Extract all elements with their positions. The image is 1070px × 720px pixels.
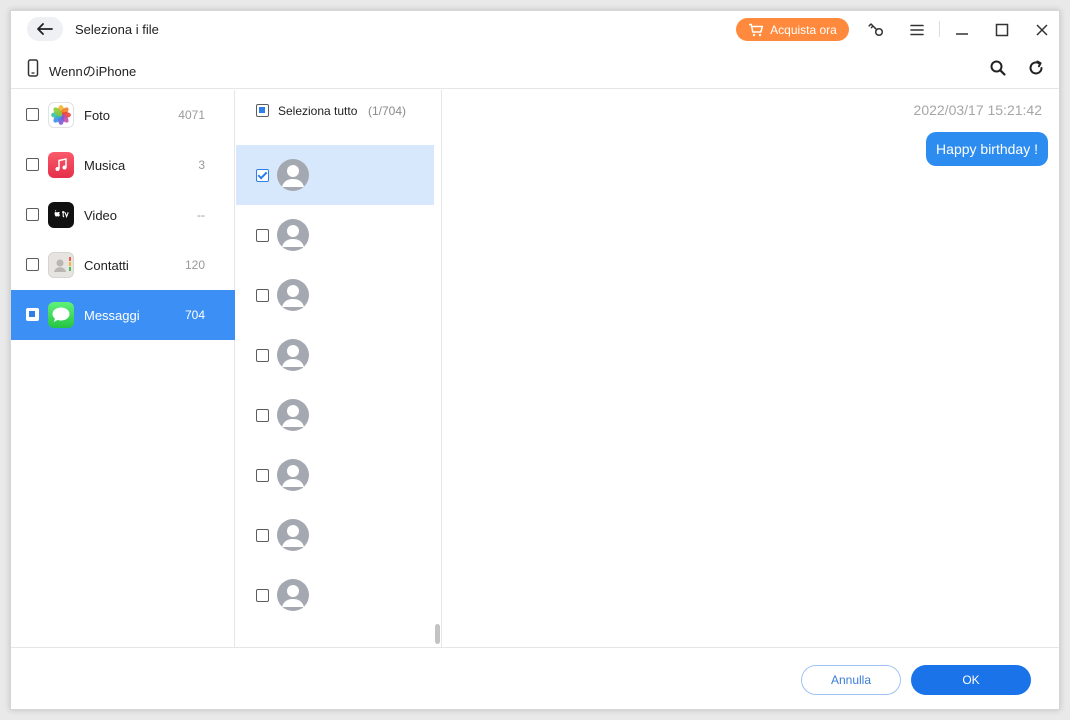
arrow-left-icon (37, 23, 53, 35)
category-photos[interactable]: Foto 4071 (11, 90, 235, 140)
conversation-item[interactable] (236, 205, 434, 265)
footer-bar: Annulla OK (11, 647, 1059, 709)
music-icon (48, 152, 74, 178)
menu-icon[interactable] (907, 20, 927, 40)
avatar-icon (277, 219, 309, 251)
contacts-label: Contatti (84, 258, 129, 273)
list-scrollbar[interactable] (435, 624, 440, 644)
music-count: 3 (198, 158, 205, 172)
ok-button[interactable]: OK (911, 665, 1031, 695)
cart-icon (749, 23, 764, 36)
category-messages[interactable]: Messaggi 704 (11, 290, 235, 340)
conversation-checkbox[interactable] (256, 409, 269, 422)
conversation-item[interactable] (236, 325, 434, 385)
music-checkbox[interactable] (26, 158, 39, 171)
select-all-row[interactable]: Seleziona tutto (1/704) (236, 90, 434, 130)
buy-now-button[interactable]: Acquista ora (736, 18, 849, 41)
category-video[interactable]: Video -- (11, 190, 235, 240)
video-checkbox[interactable] (26, 208, 39, 221)
conversation-item[interactable] (236, 385, 434, 445)
music-label: Musica (84, 158, 126, 173)
conversation-item[interactable] (236, 145, 434, 205)
video-label: Video (84, 208, 118, 223)
avatar-icon (277, 279, 309, 311)
conversation-checkbox[interactable] (256, 469, 269, 482)
selection-count: (1/704) (368, 104, 407, 118)
tv-icon (48, 202, 74, 228)
category-sidebar: Foto 4071 Musica 3 Video -- Contatti 120… (11, 90, 235, 647)
close-icon[interactable] (1032, 20, 1052, 40)
conversation-item[interactable] (236, 565, 434, 625)
conversation-checkbox[interactable] (256, 229, 269, 242)
avatar-icon (277, 339, 309, 371)
file-selection-window: Seleziona i file Acquista ora WennのiPhon… (10, 10, 1060, 710)
avatar-icon (277, 159, 309, 191)
messages-label: Messaggi (84, 308, 140, 323)
video-count: -- (197, 208, 205, 222)
buy-now-label: Acquista ora (770, 22, 837, 37)
photos-label: Foto (84, 108, 111, 123)
contacts-count: 120 (184, 258, 205, 272)
device-bar: WennのiPhone (11, 49, 1059, 89)
conversation-checkbox[interactable] (256, 289, 269, 302)
messages-count: 704 (184, 308, 205, 322)
phone-icon (27, 59, 39, 77)
key-icon[interactable] (866, 20, 886, 40)
avatar-icon (277, 519, 309, 551)
title-bar: Seleziona i file Acquista ora (11, 11, 1059, 49)
minimize-icon[interactable] (952, 20, 972, 40)
conversation-item[interactable] (236, 265, 434, 325)
photos-icon (48, 102, 74, 128)
conversation-item[interactable] (236, 445, 434, 505)
photos-checkbox[interactable] (26, 108, 39, 121)
photos-count: 4071 (178, 108, 205, 122)
message-preview: 2022/03/17 15:21:42 Happy birthday ! (443, 90, 1059, 647)
message-timestamp: 2022/03/17 15:21:42 (913, 102, 1042, 118)
select-all-checkbox[interactable] (256, 104, 269, 117)
category-contacts[interactable]: Contatti 120 (11, 240, 235, 290)
messages-icon (48, 302, 74, 328)
conversation-checkbox[interactable] (256, 529, 269, 542)
conversation-checkbox[interactable] (256, 169, 269, 182)
device-name: WennのiPhone (49, 64, 137, 79)
category-music[interactable]: Musica 3 (11, 140, 235, 190)
conversation-item[interactable] (236, 505, 434, 565)
message-bubble: Happy birthday ! (926, 132, 1048, 166)
avatar-icon (277, 459, 309, 491)
cancel-button[interactable]: Annulla (801, 665, 901, 695)
contacts-checkbox[interactable] (26, 258, 39, 271)
search-icon[interactable] (989, 59, 1007, 77)
conversation-checkbox[interactable] (256, 589, 269, 602)
avatar-icon (277, 399, 309, 431)
conversation-list: Seleziona tutto (1/704) (236, 90, 442, 647)
contacts-icon (48, 252, 74, 278)
titlebar-separator (939, 21, 940, 37)
select-all-label: Seleziona tutto (278, 104, 358, 118)
back-button[interactable] (27, 17, 63, 41)
conversation-checkbox[interactable] (256, 349, 269, 362)
window-title: Seleziona i file (75, 22, 159, 37)
refresh-icon[interactable] (1027, 59, 1045, 77)
messages-checkbox[interactable] (26, 308, 39, 321)
avatar-icon (277, 579, 309, 611)
maximize-icon[interactable] (992, 20, 1012, 40)
